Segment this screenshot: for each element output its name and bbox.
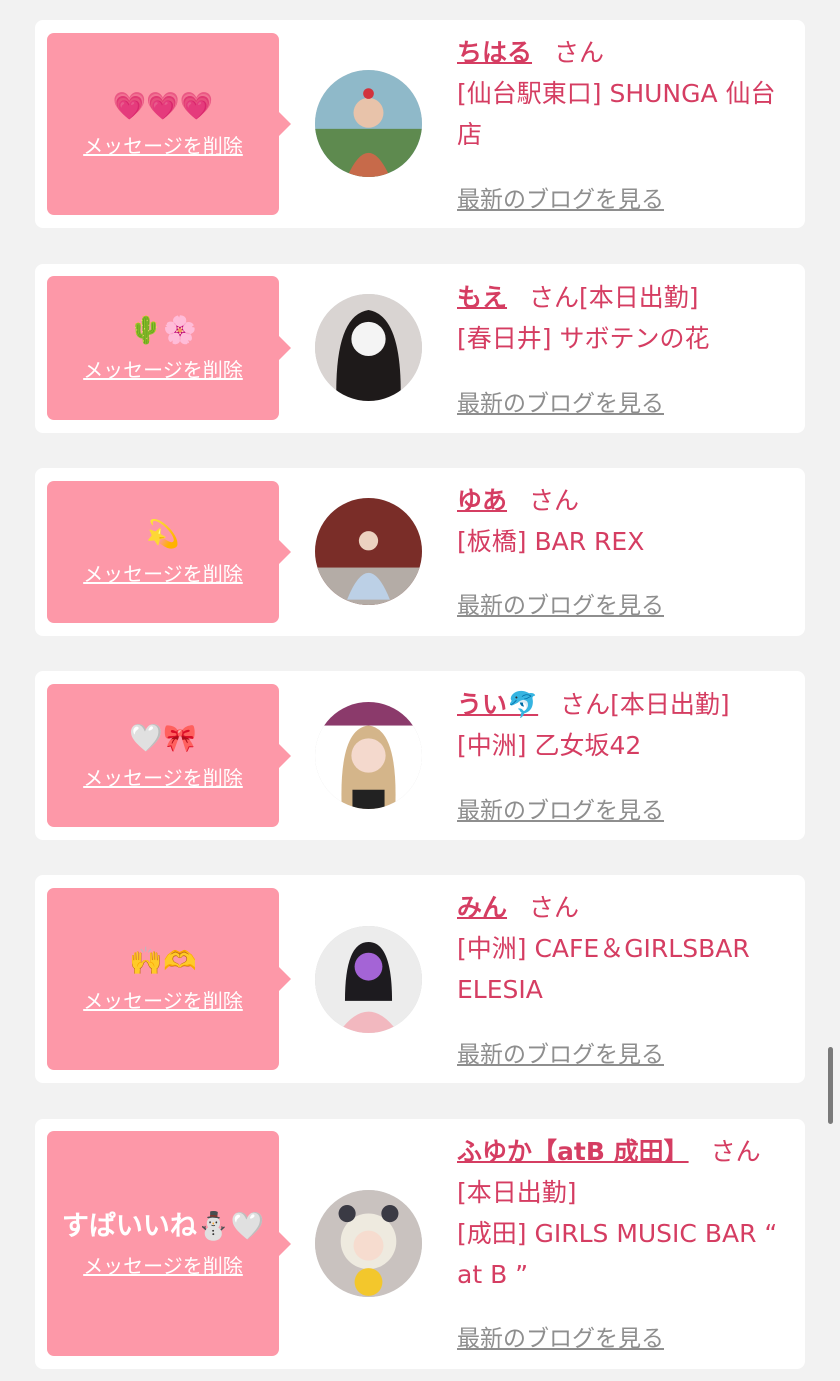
san-suffix: さん <box>529 893 580 922</box>
message-text: 🌵🌸 <box>129 315 197 346</box>
status-label: [本日出勤] <box>579 283 699 312</box>
message-bubble: 🙌🫶 メッセージを削除 <box>47 888 291 1070</box>
message-text: 🙌🫶 <box>129 946 197 977</box>
delete-message-link[interactable]: メッセージを削除 <box>83 561 243 587</box>
shop-name: [中洲] 乙女坂42 <box>457 731 642 760</box>
avatar[interactable] <box>315 294 422 401</box>
girl-name-link[interactable]: うい🐬 <box>457 690 538 719</box>
latest-blog-link[interactable]: 最新のブログを見る <box>457 180 664 214</box>
avatar[interactable] <box>315 1190 422 1297</box>
san-suffix: さん <box>560 690 611 719</box>
san-suffix: さん <box>554 38 605 67</box>
avatar[interactable] <box>315 702 422 809</box>
message-bubble: 💗💗💗 メッセージを削除 <box>47 33 291 215</box>
scrollbar[interactable] <box>828 1047 833 1124</box>
girl-info: ちはる さん [仙台駅東口] SHUNGA 仙台店 <box>457 32 789 155</box>
shop-name: [板橋] BAR REX <box>457 527 645 556</box>
message-bubble: 🌵🌸 メッセージを削除 <box>47 276 291 420</box>
girl-name-link[interactable]: ふゆか【atB 成田】 <box>457 1137 689 1166</box>
delete-message-link[interactable]: メッセージを削除 <box>83 133 243 159</box>
latest-blog-link[interactable]: 最新のブログを見る <box>457 1035 664 1069</box>
message-bubble: 🤍🎀 メッセージを削除 <box>47 684 291 827</box>
san-suffix: さん <box>529 283 580 312</box>
delete-message-link[interactable]: メッセージを削除 <box>83 1253 243 1279</box>
girl-info: もえ さん[本日出勤] [春日井] サボテンの花 <box>457 277 789 359</box>
message-card: 💗💗💗 メッセージを削除 ちはる さん [仙台駅東口] SHUNGA 仙台店 最新… <box>35 20 805 228</box>
message-card: 🌵🌸 メッセージを削除 もえ さん[本日出勤] [春日井] サボテンの花 最新のブ… <box>35 264 805 433</box>
message-card: 💫 メッセージを削除 ゆあ さん [板橋] BAR REX 最新のブログを見る <box>35 468 805 636</box>
delete-message-link[interactable]: メッセージを削除 <box>83 357 243 383</box>
delete-message-link[interactable]: メッセージを削除 <box>83 765 243 791</box>
avatar[interactable] <box>315 498 422 605</box>
delete-message-link[interactable]: メッセージを削除 <box>83 988 243 1014</box>
message-bubble: すぱいいね⛄🤍 メッセージを削除 <box>47 1131 291 1356</box>
message-text: 🤍🎀 <box>129 722 197 754</box>
status-line: [本日出勤] <box>457 1178 577 1207</box>
message-card: 🙌🫶 メッセージを削除 みん さん [中洲] CAFE＆GIRLSBAR ELES… <box>35 875 805 1083</box>
san-suffix: さん <box>710 1137 761 1166</box>
latest-blog-link[interactable]: 最新のブログを見る <box>457 384 664 418</box>
message-text: 💫 <box>146 519 180 550</box>
message-bubble: 💫 メッセージを削除 <box>47 481 291 623</box>
message-card: すぱいいね⛄🤍 メッセージを削除 ふゆか【atB 成田】さん[本日出勤] [本日… <box>35 1119 805 1369</box>
latest-blog-link[interactable]: 最新のブログを見る <box>457 791 664 825</box>
girl-name-link[interactable]: もえ <box>457 283 507 312</box>
girl-info: みん さん [中洲] CAFE＆GIRLSBAR ELESIA <box>457 887 789 1010</box>
girl-name-link[interactable]: ゆあ <box>457 486 507 515</box>
latest-blog-link[interactable]: 最新のブログを見る <box>457 586 664 620</box>
shop-name: [中洲] CAFE＆GIRLSBAR ELESIA <box>457 934 750 1004</box>
san-suffix: さん <box>529 486 580 515</box>
girl-name-link[interactable]: ちはる <box>457 38 532 67</box>
avatar[interactable] <box>315 70 422 177</box>
girl-info: ゆあ さん [板橋] BAR REX <box>457 480 789 562</box>
latest-blog-link[interactable]: 最新のブログを見る <box>457 1319 664 1353</box>
avatar[interactable] <box>315 926 422 1033</box>
message-card: 🤍🎀 メッセージを削除 うい🐬 さん[本日出勤] [中洲] 乙女坂42 最新のブロ… <box>35 671 805 840</box>
message-text: 💗💗💗 <box>112 91 214 122</box>
shop-name: [春日井] サボテンの花 <box>457 324 710 353</box>
shop-name: [成田] GIRLS MUSIC BAR “ at B ” <box>457 1219 778 1289</box>
girl-name-link[interactable]: みん <box>457 893 507 922</box>
status-label: [本日出勤] <box>610 690 730 719</box>
message-text: すぱいいね⛄🤍 <box>61 1210 265 1242</box>
girl-info: うい🐬 さん[本日出勤] [中洲] 乙女坂42 <box>457 684 789 766</box>
girl-info: ふゆか【atB 成田】さん[本日出勤] [本日出勤] [成田] GIRLS MU… <box>457 1131 789 1295</box>
shop-name: [仙台駅東口] SHUNGA 仙台店 <box>457 79 776 149</box>
